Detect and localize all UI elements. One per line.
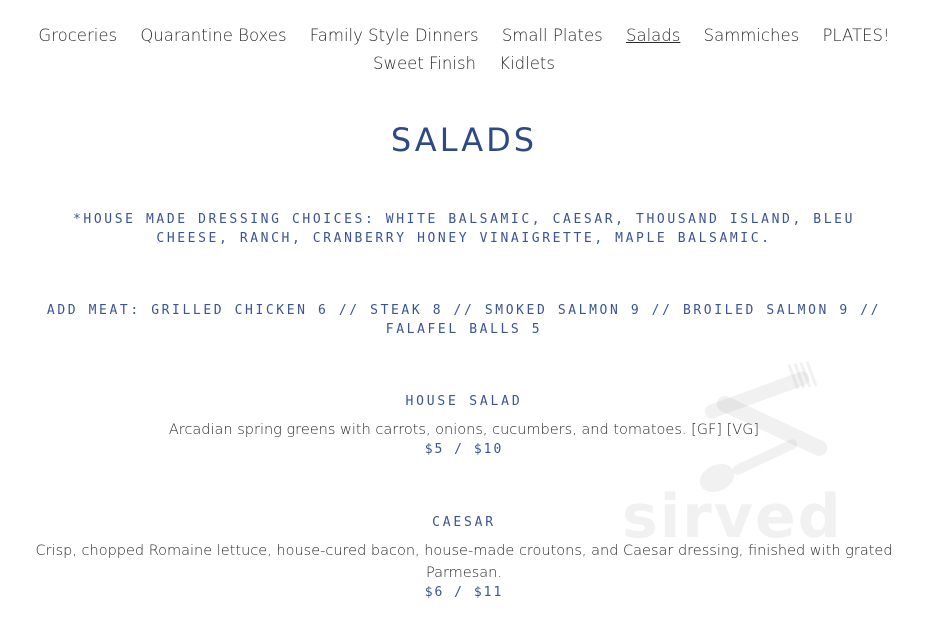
- menu-item-caesar: CAESAR Crisp, chopped Romaine lettuce, h…: [30, 514, 898, 602]
- add-meat-note: ADD MEAT: GRILLED CHICKEN 6 // STEAK 8 /…: [46, 303, 882, 337]
- nav-item-sammiches[interactable]: Sammiches: [704, 26, 800, 45]
- item-name: HOUSE SALAD: [405, 394, 523, 409]
- item-description: Arcadian spring greens with carrots, oni…: [168, 422, 760, 438]
- nav-item-sweet-finish[interactable]: Sweet Finish: [373, 54, 476, 73]
- item-price: $5 / $10: [424, 442, 504, 457]
- nav-row-2: Sweet Finish Kidlets: [0, 50, 928, 78]
- nav-item-groceries[interactable]: Groceries: [38, 26, 117, 45]
- item-price: $6 / $11: [424, 585, 504, 600]
- section-title: SALADS: [390, 121, 538, 159]
- item-description: Crisp, chopped Romaine lettuce, house-cu…: [35, 543, 893, 581]
- item-name: CAESAR: [432, 515, 496, 530]
- nav-item-family-style-dinners[interactable]: Family Style Dinners: [310, 26, 479, 45]
- category-nav: Groceries Quarantine Boxes Family Style …: [0, 22, 928, 78]
- menu-item-house-salad: HOUSE SALAD Arcadian spring greens with …: [30, 393, 898, 459]
- nav-item-plates[interactable]: PLATES!: [822, 26, 889, 45]
- nav-item-kidlets[interactable]: Kidlets: [499, 54, 555, 73]
- nav-row-1: Groceries Quarantine Boxes Family Style …: [0, 22, 928, 50]
- nav-item-salads[interactable]: Salads: [626, 26, 680, 45]
- nav-item-small-plates[interactable]: Small Plates: [502, 26, 603, 45]
- dressing-note: *HOUSE MADE DRESSING CHOICES: WHITE BALS…: [73, 212, 855, 246]
- nav-item-quarantine-boxes[interactable]: Quarantine Boxes: [140, 26, 286, 45]
